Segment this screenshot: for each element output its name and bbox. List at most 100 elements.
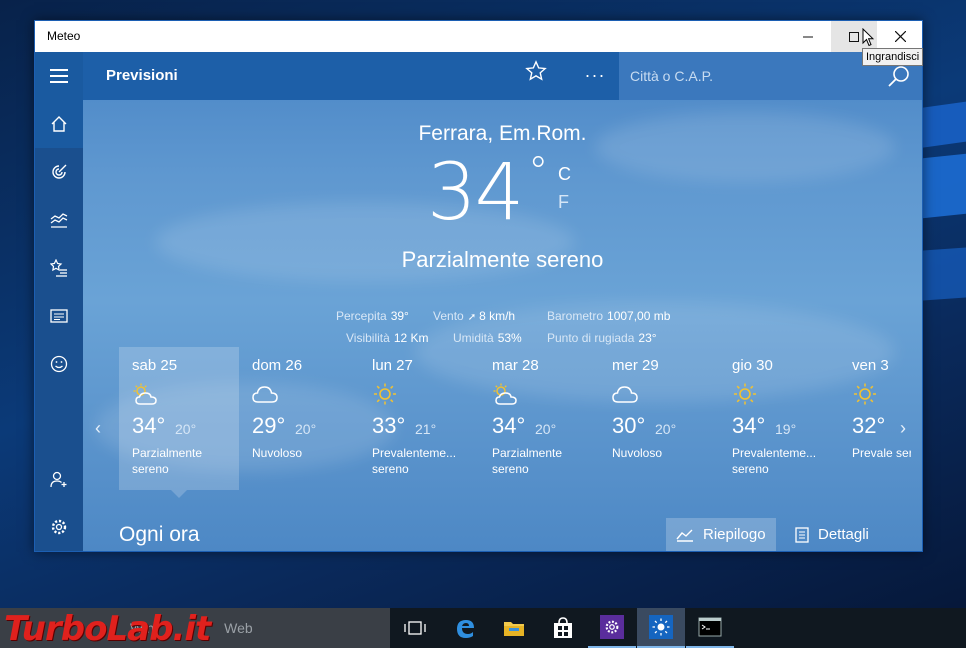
left-nav — [35, 100, 83, 551]
detail-visibility: Visibilità 12 Km — [346, 331, 429, 345]
minimize-icon — [803, 36, 813, 37]
title-bar[interactable]: Meteo — [35, 21, 922, 52]
close-icon — [894, 31, 906, 42]
maximize-icon — [849, 31, 859, 42]
forecast-low: 20° — [175, 421, 197, 437]
forecast-next-arrow[interactable]: › — [900, 418, 906, 439]
forecast-high: 30° — [612, 413, 646, 438]
file-explorer-button[interactable] — [490, 608, 538, 648]
nav-news[interactable] — [35, 292, 83, 340]
line-chart-icon — [676, 529, 693, 542]
cmd-icon — [698, 617, 722, 637]
settings-app-button[interactable] — [588, 608, 636, 648]
forecast-low: 20° — [655, 421, 677, 437]
hourly-section-title: Ogni ora — [119, 523, 200, 546]
forecast-day-card[interactable]: dom 26 29° 20° Nuvoloso — [239, 347, 359, 490]
forecast-day-card[interactable]: gio 30 34° 19° Prevalenteme... sereno — [719, 347, 839, 490]
search-input[interactable] — [619, 52, 879, 100]
forecast-day-card[interactable]: lun 27 33° 21° Prevalenteme... sereno — [359, 347, 479, 490]
edge-icon — [457, 620, 474, 638]
sunny-icon — [852, 383, 878, 405]
forecast-high: 34° — [132, 413, 166, 438]
selected-day-indicator — [171, 490, 187, 498]
details-button[interactable]: Dettagli — [783, 518, 893, 551]
nav-account[interactable] — [35, 455, 83, 503]
app-content: Previsioni ··· Città o C.A.P. Ferrara, E… — [35, 52, 922, 551]
forecast-description: Prevalenteme... sereno — [732, 446, 817, 476]
partly-sunny-icon — [132, 383, 158, 405]
page-title: Previsioni — [106, 67, 178, 84]
cloudy-icon — [252, 383, 278, 405]
forecast-description: Parzialmente sereno — [492, 446, 563, 476]
star-icon — [525, 60, 547, 81]
favorites-icon — [50, 259, 67, 277]
nav-feedback[interactable] — [35, 340, 83, 388]
forecast-day-name: sab 25 — [132, 357, 178, 374]
weather-app-button[interactable] — [637, 608, 685, 648]
forecast-day-card[interactable]: mar 28 34° 20° Parzialmente sereno — [479, 347, 599, 490]
search-icon[interactable] — [887, 64, 911, 88]
summary-button[interactable]: Riepilogo — [666, 518, 776, 551]
cloudy-icon — [612, 383, 638, 405]
forecast-day-name: lun 27 — [372, 357, 413, 374]
detail-feels-like: Percepita 39° — [336, 309, 409, 323]
sunny-icon — [732, 383, 758, 405]
cmd-button[interactable] — [686, 608, 734, 648]
nav-forecast[interactable] — [35, 100, 83, 148]
forecast-day-card[interactable]: mer 29 30° 20° Nuvoloso — [599, 347, 719, 490]
partly-sunny-icon — [492, 383, 518, 405]
mouse-cursor-icon — [862, 28, 874, 47]
minimize-button[interactable] — [785, 21, 831, 52]
forecast-day-name: mar 28 — [492, 357, 539, 374]
taskbar-search[interactable]: Win Web TurboLab.it — [0, 608, 390, 648]
edge-button[interactable] — [441, 608, 489, 648]
nav-places[interactable] — [35, 244, 83, 292]
forecast-high: 33° — [372, 413, 406, 438]
maximize-tooltip: Ingrandisci — [862, 48, 924, 66]
watermark-logo: TurboLab.it — [4, 609, 211, 648]
weather-window: Meteo Previsioni ··· Città o C.A.P. Ferr… — [34, 20, 923, 552]
hamburger-menu-button[interactable] — [35, 52, 83, 100]
forecast-high: 32° — [852, 413, 886, 438]
smiley-icon — [50, 355, 68, 373]
detail-dew-point: Punto di rugiada 23° — [547, 331, 657, 345]
sunny-icon — [372, 383, 398, 405]
app-header: Previsioni ··· — [35, 52, 922, 100]
forecast-high: 34° — [732, 413, 766, 438]
nav-settings[interactable] — [35, 503, 83, 551]
forecast-prev-arrow[interactable]: ‹ — [95, 418, 101, 439]
current-temperature: 34 ° — [427, 148, 548, 238]
add-user-icon — [50, 471, 67, 488]
forecast-low: 20° — [295, 421, 317, 437]
taskbar: Win Web TurboLab.it — [0, 608, 966, 648]
radar-icon — [52, 164, 67, 179]
wind-direction-icon: ➚ — [467, 312, 477, 323]
forecast-day-name: dom 26 — [252, 357, 303, 374]
fahrenheit-toggle[interactable]: F — [558, 192, 569, 213]
forecast-description: Nuvoloso — [612, 446, 663, 460]
more-options-button[interactable]: ··· — [580, 60, 610, 90]
city-name: Ferrara, Em.Rom. — [418, 122, 587, 145]
chart-icon — [50, 213, 68, 228]
forecast-description: Prevale sereno — [852, 446, 911, 460]
nav-historical[interactable] — [35, 196, 83, 244]
celsius-toggle[interactable]: C — [558, 164, 571, 185]
store-icon — [554, 617, 572, 638]
forecast-day-name: ven 3 — [852, 357, 889, 374]
favorite-star-button[interactable] — [521, 60, 551, 90]
detail-wind: Vento ➚ 8 km/h — [433, 309, 516, 323]
forecast-day-name: gio 30 — [732, 357, 773, 374]
window-title: Meteo — [47, 29, 81, 43]
nav-maps[interactable] — [35, 148, 83, 196]
task-view-button[interactable] — [391, 608, 439, 648]
summary-label: Riepilogo — [703, 526, 766, 543]
task-view-icon — [404, 621, 426, 635]
detail-humidity: Umidità 53% — [453, 331, 522, 345]
forecast-low: 19° — [775, 421, 797, 437]
news-icon — [50, 309, 68, 323]
list-icon — [795, 526, 809, 543]
settings-app-icon — [605, 620, 619, 634]
forecast-day-card[interactable]: sab 25 34° 20° Parzialmente sereno — [119, 347, 239, 490]
store-button[interactable] — [539, 608, 587, 648]
forecast-high: 34° — [492, 413, 526, 438]
